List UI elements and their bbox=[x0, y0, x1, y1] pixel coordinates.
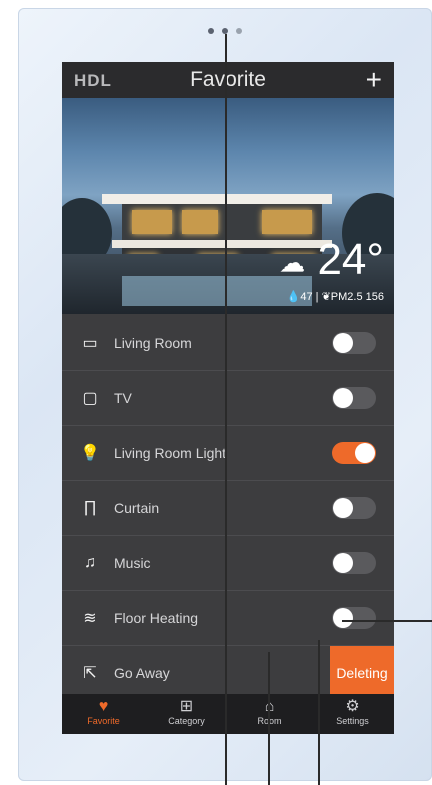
temperature: ☁ 24° bbox=[279, 235, 384, 284]
device-label: Music bbox=[114, 555, 151, 571]
tab-label: Category bbox=[168, 716, 205, 726]
device-label: Floor Heating bbox=[114, 610, 199, 626]
device-row-living-room[interactable]: ▭ Living Room bbox=[62, 316, 394, 371]
tab-label: Favorite bbox=[87, 716, 120, 726]
rain-cloud-icon: ☁ bbox=[279, 247, 306, 278]
delete-button[interactable]: Deleting bbox=[330, 646, 394, 700]
device-toggle[interactable] bbox=[332, 552, 376, 574]
tab-favorite[interactable]: ♥ Favorite bbox=[62, 694, 145, 734]
house-illustration bbox=[102, 194, 332, 204]
air-quality: 💧47 | ❦PM2.5 156 bbox=[286, 291, 384, 304]
hero-image: ☁ 24° 💧47 | ❦PM2.5 156 bbox=[62, 98, 394, 314]
screen: HDL Favorite + ☁ 24° 💧47 | ❦PM2.5 156 ▭ … bbox=[62, 62, 394, 734]
gear-icon: ⚙ bbox=[345, 698, 360, 715]
page-dot bbox=[208, 28, 214, 34]
tab-bar: ♥ Favorite ⊞ Category ⌂ Room ⚙ Settings bbox=[62, 694, 394, 734]
page-dot bbox=[236, 28, 242, 34]
curtain-icon: ∏ bbox=[83, 499, 97, 516]
device-toggle[interactable] bbox=[332, 387, 376, 409]
device-label: Curtain bbox=[114, 500, 160, 516]
heart-icon: ♥ bbox=[98, 698, 109, 715]
device-label: Living Room Light bbox=[114, 445, 227, 461]
music-note-icon: ♫ bbox=[84, 554, 96, 571]
device-row-tv[interactable]: ▢ TV bbox=[62, 371, 394, 426]
tv-icon: ▢ bbox=[82, 390, 98, 407]
go-away-icon: ⇱ bbox=[83, 665, 97, 682]
leader-line bbox=[268, 652, 270, 785]
tab-label: Settings bbox=[336, 716, 369, 726]
top-bar: HDL Favorite + bbox=[62, 62, 394, 98]
leaf-icon: ❦ bbox=[321, 291, 331, 304]
device-list: ▭ Living Room ▢ TV 💡 Living Room Light ∏… bbox=[62, 316, 394, 701]
add-button[interactable]: + bbox=[366, 64, 382, 96]
scene-label: Go Away bbox=[114, 665, 170, 681]
device-row-floor-heating[interactable]: ≋ Floor Heating bbox=[62, 591, 394, 646]
tab-category[interactable]: ⊞ Category bbox=[145, 694, 228, 734]
leader-line bbox=[342, 620, 432, 622]
floor-heating-icon: ≋ bbox=[83, 610, 97, 627]
device-label: Living Room bbox=[114, 335, 192, 351]
device-row-music[interactable]: ♫ Music bbox=[62, 536, 394, 591]
air-conditioner-icon: ▭ bbox=[82, 335, 98, 352]
leader-line bbox=[318, 640, 320, 785]
light-bulb-icon: 💡 bbox=[80, 445, 100, 462]
weather-widget: ☁ 24° 💧47 | ❦PM2.5 156 bbox=[279, 235, 384, 304]
leader-line bbox=[225, 34, 227, 785]
device-toggle[interactable] bbox=[332, 332, 376, 354]
device-toggle[interactable] bbox=[332, 442, 376, 464]
device-toggle[interactable] bbox=[332, 607, 376, 629]
pm-value: PM2.5 156 bbox=[330, 291, 384, 304]
scene-row-go-away[interactable]: ⇱ Go Away Deleting bbox=[62, 646, 394, 701]
humidity-value: 47 bbox=[300, 291, 313, 304]
device-toggle[interactable] bbox=[332, 497, 376, 519]
device-row-living-room-light[interactable]: 💡 Living Room Light bbox=[62, 426, 394, 481]
page-title: Favorite bbox=[190, 68, 266, 91]
device-label: TV bbox=[114, 390, 132, 406]
humidity-icon: 💧 bbox=[286, 291, 301, 304]
device-row-curtain[interactable]: ∏ Curtain bbox=[62, 481, 394, 536]
tab-settings[interactable]: ⚙ Settings bbox=[311, 694, 394, 734]
grid-icon: ⊞ bbox=[179, 698, 194, 715]
